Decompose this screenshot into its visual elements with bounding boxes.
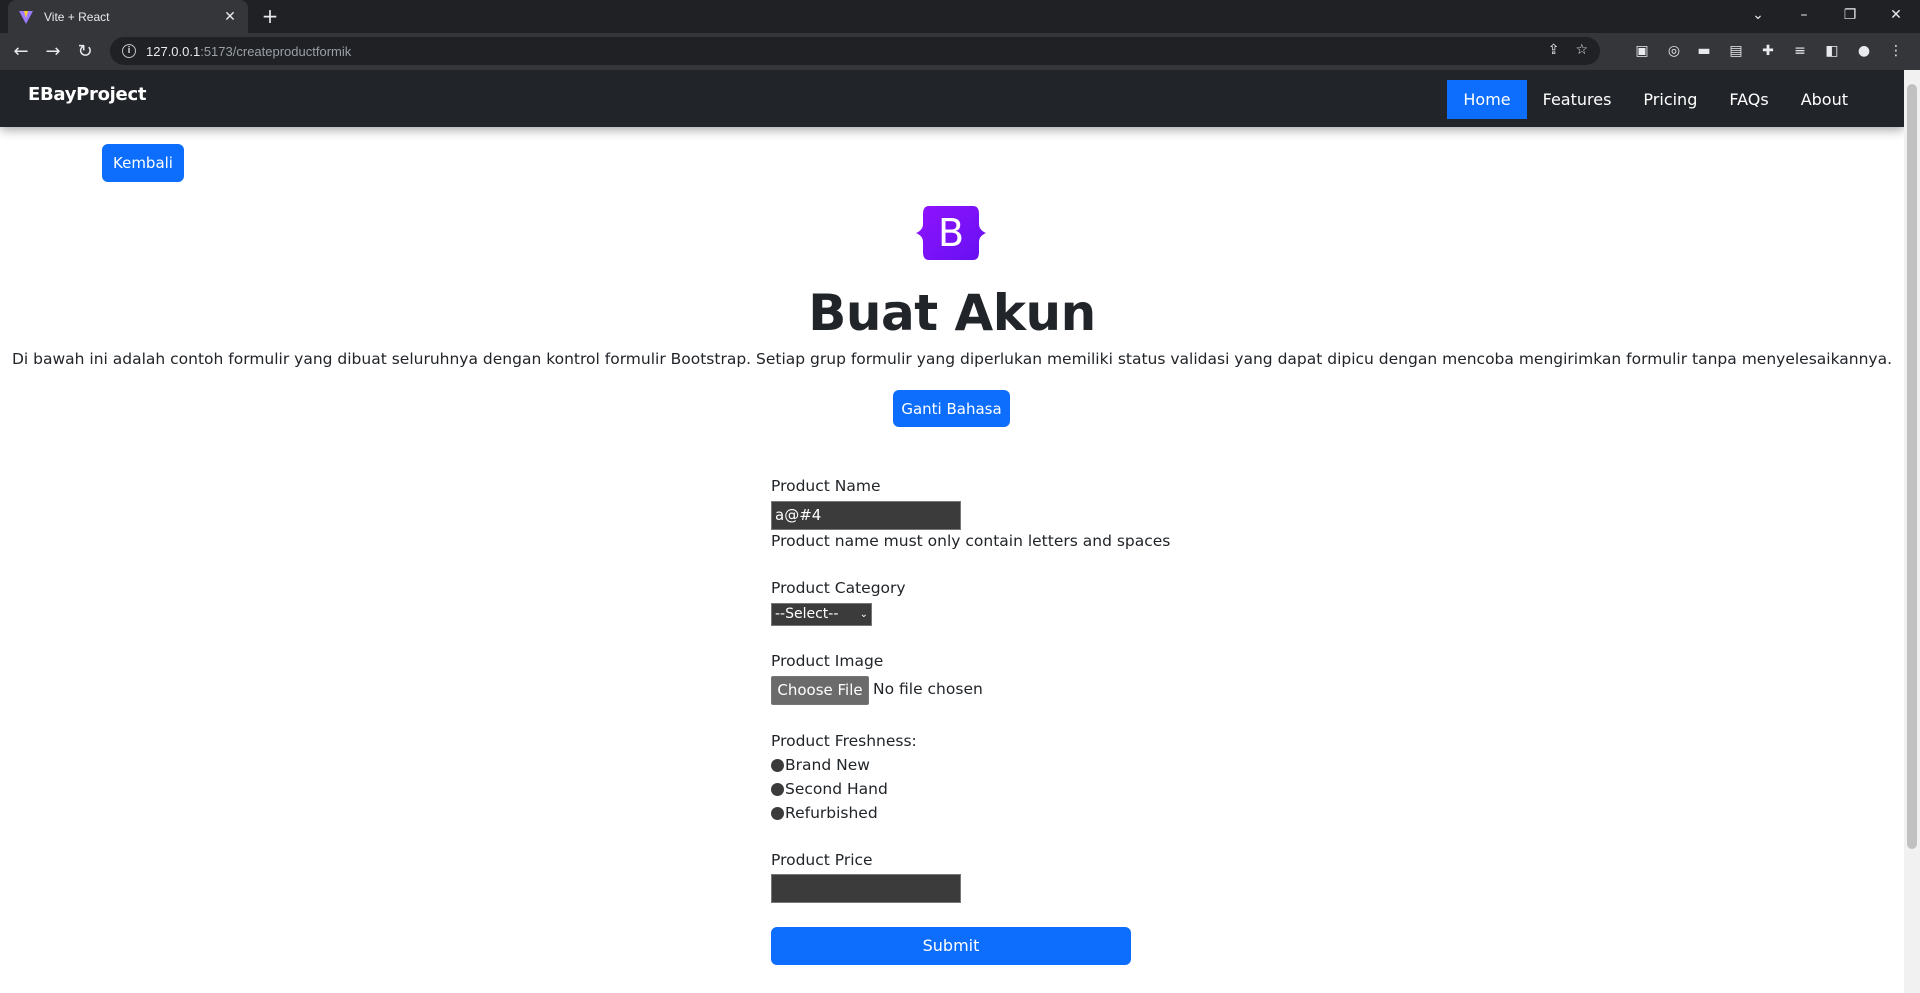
product-category-select[interactable]: --Select-- ⌄: [771, 603, 872, 626]
page-scrollbar[interactable]: [1904, 70, 1920, 993]
puzzle-extension-icon[interactable]: ✚: [1758, 41, 1778, 61]
radio-button[interactable]: [771, 782, 784, 796]
window-close-icon[interactable]: ✕: [1873, 0, 1919, 30]
share-icon[interactable]: ⇪: [1548, 42, 1560, 58]
navbar-brand[interactable]: EBayProject: [28, 84, 146, 105]
radio-label: Second Hand: [785, 780, 888, 798]
bookmark-star-icon[interactable]: ☆: [1575, 42, 1588, 58]
product-name-error: Product name must only contain letters a…: [771, 532, 1171, 550]
radio-label: Brand New: [785, 756, 870, 774]
nav-about[interactable]: About: [1785, 80, 1864, 119]
radio-button[interactable]: [771, 806, 784, 820]
product-name-label: Product Name: [771, 477, 881, 495]
color-extension-icon[interactable]: ◎: [1664, 41, 1684, 61]
site-info-icon[interactable]: i: [122, 44, 136, 58]
tab-title: Vite + React: [44, 9, 110, 24]
product-image-label: Product Image: [771, 652, 884, 670]
freshness-option-refurbished[interactable]: Refurbished: [771, 804, 878, 822]
freshness-label: Product Freshness:: [771, 732, 917, 750]
bootstrap-logo-icon: B: [915, 204, 987, 262]
nav-pricing[interactable]: Pricing: [1627, 80, 1713, 119]
browser-tab-bar: Vite + React ✕ + ⌄ – ❐ ✕: [0, 0, 1920, 33]
product-price-input[interactable]: [771, 874, 961, 903]
page-content: EBayProject Home Features Pricing FAQs A…: [0, 70, 1904, 993]
browser-tab[interactable]: Vite + React ✕: [8, 0, 248, 33]
freshness-option-brand-new[interactable]: Brand New: [771, 756, 870, 774]
chevron-down-icon: ⌄: [859, 609, 868, 620]
product-price-label: Product Price: [771, 851, 873, 869]
back-button[interactable]: Kembali: [102, 144, 184, 182]
choose-file-button[interactable]: Choose File: [771, 676, 869, 705]
nav-links: Home Features Pricing FAQs About: [1447, 80, 1864, 119]
browser-toolbar: ← → ↻ i 127.0.0.1:5173/createproductform…: [0, 33, 1920, 70]
dark-extension-icon[interactable]: ▬: [1694, 41, 1714, 61]
nav-features[interactable]: Features: [1527, 80, 1628, 119]
reload-icon[interactable]: ↻: [72, 39, 98, 65]
side-panel-icon[interactable]: ◧: [1822, 41, 1842, 61]
media-icon[interactable]: ≡: [1790, 41, 1810, 61]
page-title: Buat Akun: [808, 284, 1096, 342]
submit-button[interactable]: Submit: [771, 927, 1131, 965]
nav-faqs[interactable]: FAQs: [1713, 80, 1784, 119]
radio-label: Refurbished: [785, 804, 878, 822]
no-file-text: No file chosen: [873, 680, 983, 698]
minimize-icon[interactable]: –: [1781, 0, 1827, 30]
product-name-input[interactable]: a@#4: [771, 501, 961, 530]
restore-icon[interactable]: ❐: [1827, 0, 1873, 30]
clipboard-extension-icon[interactable]: ▤: [1726, 41, 1746, 61]
translate-extension-icon[interactable]: ▣: [1632, 41, 1652, 61]
logo-letter: B: [938, 211, 964, 255]
new-tab-icon[interactable]: +: [258, 4, 282, 28]
close-icon[interactable]: ✕: [222, 9, 238, 25]
scrollbar-thumb[interactable]: [1907, 84, 1917, 849]
url-host: 127.0.0.1: [146, 43, 201, 59]
radio-button[interactable]: [771, 758, 784, 772]
tab-search-icon[interactable]: ⌄: [1735, 0, 1781, 30]
top-navbar: EBayProject Home Features Pricing FAQs A…: [0, 70, 1904, 127]
product-category-label: Product Category: [771, 579, 906, 597]
url-path: :5173/createproductformik: [200, 43, 352, 59]
back-arrow-icon[interactable]: ←: [8, 39, 34, 65]
more-menu-icon[interactable]: ⋮: [1886, 41, 1906, 61]
profile-avatar[interactable]: ●: [1854, 41, 1874, 61]
forward-arrow-icon[interactable]: →: [40, 39, 66, 65]
change-language-button[interactable]: Ganti Bahasa: [893, 390, 1010, 427]
address-bar[interactable]: i 127.0.0.1:5173/createproductformik ⇪ ☆: [110, 37, 1600, 65]
freshness-option-second-hand[interactable]: Second Hand: [771, 780, 888, 798]
nav-home[interactable]: Home: [1447, 80, 1527, 119]
vite-icon: [18, 9, 34, 25]
category-selected-value: --Select--: [775, 606, 839, 622]
page-description: Di bawah ini adalah contoh formulir yang…: [11, 350, 1893, 368]
